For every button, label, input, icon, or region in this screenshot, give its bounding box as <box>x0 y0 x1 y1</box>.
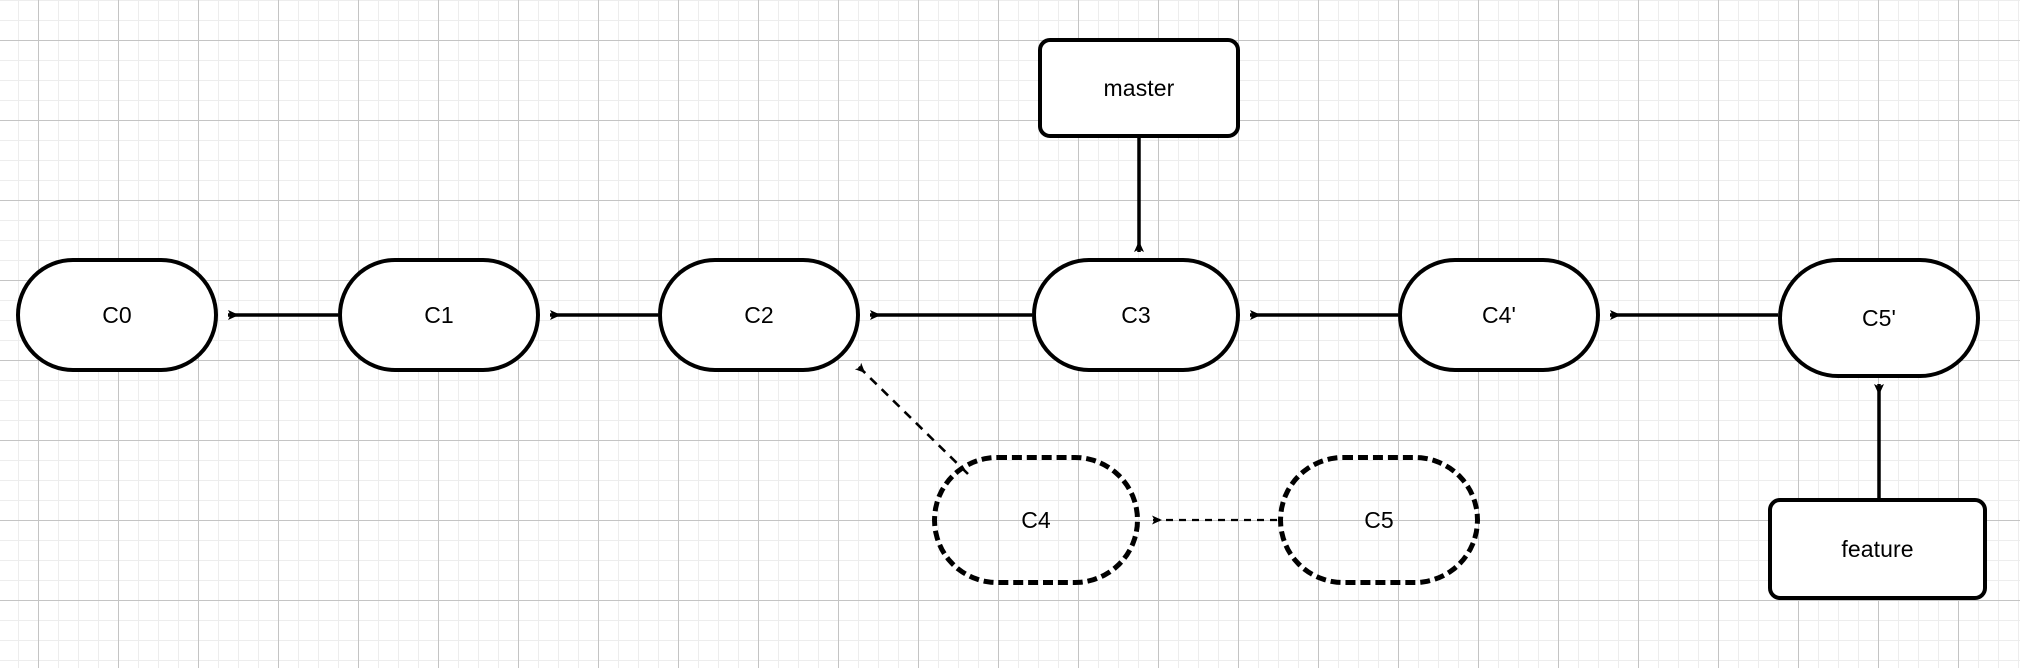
commit-label: C4' <box>1481 301 1517 328</box>
commit-node-c0[interactable]: C0 <box>16 258 218 372</box>
commit-label: C5' <box>1861 304 1897 331</box>
branch-label-master[interactable]: master <box>1038 38 1240 138</box>
commit-label: C2 <box>744 301 774 328</box>
commit-label: C4 <box>1021 506 1051 533</box>
commit-node-c3[interactable]: C3 <box>1032 258 1240 372</box>
branch-label-text: master <box>1103 74 1175 101</box>
commit-label: C1 <box>424 301 454 328</box>
commit-label: C3 <box>1121 301 1151 328</box>
branch-label-feature[interactable]: feature <box>1768 498 1987 600</box>
commit-node-c5-prime[interactable]: C5' <box>1778 258 1980 378</box>
commit-label: C0 <box>102 301 132 328</box>
commit-node-c4-prime[interactable]: C4' <box>1398 258 1600 372</box>
diagram-canvas: C0 C1 C2 C3 C4' C5' C4 C5 master feature <box>0 0 2020 668</box>
commit-node-c4-orphaned[interactable]: C4 <box>932 455 1140 585</box>
commit-node-c1[interactable]: C1 <box>338 258 540 372</box>
branch-label-text: feature <box>1841 535 1914 562</box>
commit-label: C5 <box>1364 506 1394 533</box>
commit-node-c2[interactable]: C2 <box>658 258 860 372</box>
edge-c4-c2 <box>854 362 969 475</box>
commit-node-c5-orphaned[interactable]: C5 <box>1278 455 1480 585</box>
